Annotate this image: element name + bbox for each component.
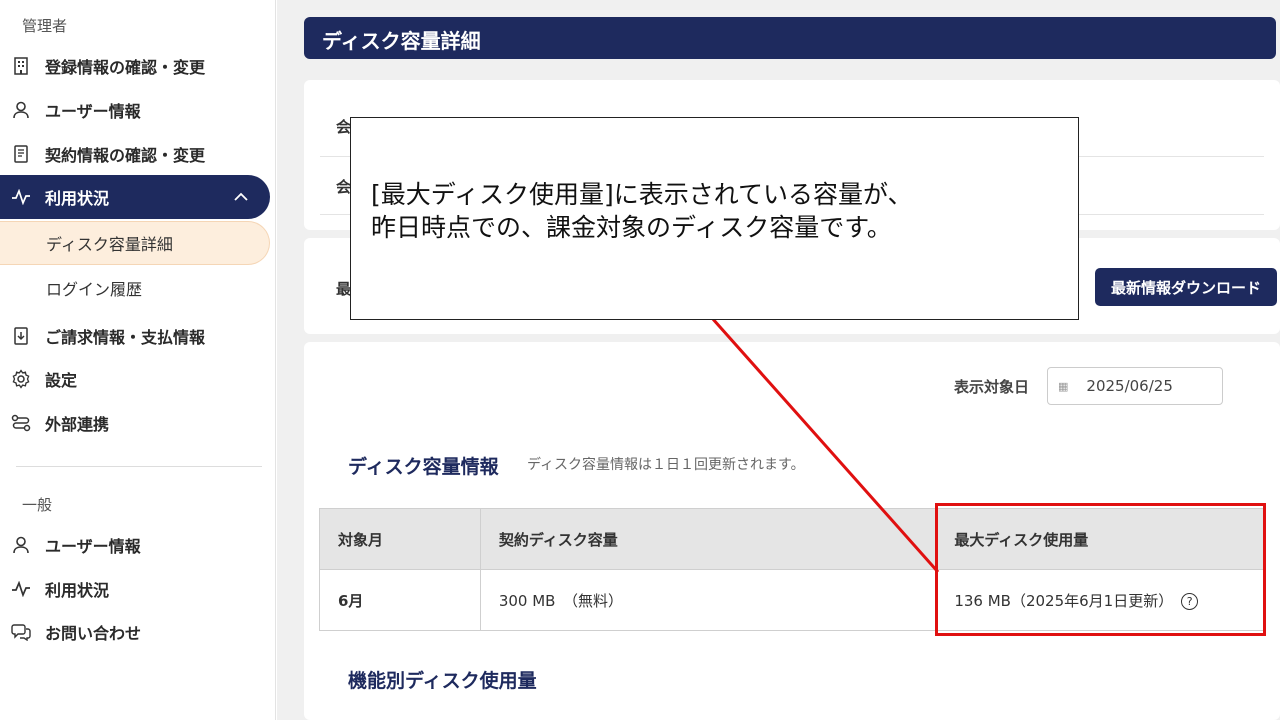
general-section-title: 一般 [22,496,53,514]
column-header: 契約ディスク容量 [479,508,937,570]
sidebar-item-registration[interactable]: 登録情報の確認・変更 [0,44,270,88]
sidebar-item-label: ユーザー情報 [45,537,141,556]
chevron-up-icon[interactable] [234,187,248,206]
sidebar-item-label: 設定 [45,371,78,390]
sidebar-item-settings[interactable]: 設定 [0,357,270,401]
sidebar-item-contact[interactable]: お問い合わせ [0,610,270,654]
table-cell: 6月 [319,569,481,631]
info-row-label: 会 [336,118,352,136]
sidebar-item-label: 利用状況 [45,581,110,600]
sidebar-item-integration[interactable]: 外部連携 [0,401,270,445]
document-icon [10,143,32,165]
callout-box: [最大ディスク使用量]に表示されている容量が、 昨日時点での、課金対象のディスク… [350,117,1079,320]
date-label: 表示対象日 [954,378,1030,396]
building-icon [10,55,32,77]
link-icon [10,412,32,434]
activity-icon [10,578,32,600]
sidebar-item-label: 契約情報の確認・変更 [45,146,206,165]
info-row-label: 会 [336,178,352,196]
activity-icon [10,186,32,208]
gear-icon [10,368,32,390]
sidebar: 管理者 登録情報の確認・変更 ユーザー情報 契約情報の確認・変更 利用状況 ディ… [0,0,276,720]
date-picker[interactable]: ▦ 2025/06/25 [1047,367,1223,405]
sidebar-item-general-user-info[interactable]: ユーザー情報 [0,523,270,567]
chat-icon [10,621,32,643]
sidebar-item-contract[interactable]: 契約情報の確認・変更 [0,132,270,176]
sidebar-divider [16,466,262,467]
calendar-icon: ▦ [1058,379,1069,393]
page-title: ディスク容量詳細 [304,17,1276,59]
sidebar-item-label: お問い合わせ [45,624,142,643]
latest-info-label: 最 [336,280,352,298]
sidebar-subitem-disk-capacity[interactable]: ディスク容量詳細 [0,221,270,265]
callout-line: [最大ディスク使用量]に表示されている容量が、 [371,180,913,209]
invoice-icon [10,325,32,347]
sidebar-item-label: 外部連携 [45,415,110,434]
sidebar-item-general-usage[interactable]: 利用状況 [0,567,270,611]
sidebar-item-label: 利用状況 [45,189,110,208]
user-icon [10,534,32,556]
sidebar-item-usage[interactable]: 利用状況 [0,175,270,219]
disk-info-heading: ディスク容量情報 [348,456,499,478]
sidebar-item-user-info[interactable]: ユーザー情報 [0,88,270,132]
feature-usage-heading: 機能別ディスク使用量 [348,670,537,692]
column-header: 対象月 [319,508,481,570]
sidebar-subitem-login-history[interactable]: ログイン履歴 [0,266,270,310]
admin-section-title: 管理者 [22,17,68,35]
highlight-box [935,503,1266,636]
sidebar-item-billing[interactable]: ご請求情報・支払情報 [0,314,270,358]
download-latest-button[interactable]: 最新情報ダウンロード [1095,268,1277,306]
date-value: 2025/06/25 [1086,377,1173,395]
sidebar-item-label: 登録情報の確認・変更 [45,58,206,77]
disk-info-note: ディスク容量情報は１日１回更新されます。 [527,457,805,473]
sidebar-item-label: ユーザー情報 [45,102,141,121]
user-icon [10,99,32,121]
callout-line: 昨日時点での、課金対象のディスク容量です。 [371,213,892,242]
sidebar-item-label: ご請求情報・支払情報 [45,328,206,347]
table-cell: 300 MB （無料） [479,569,937,631]
